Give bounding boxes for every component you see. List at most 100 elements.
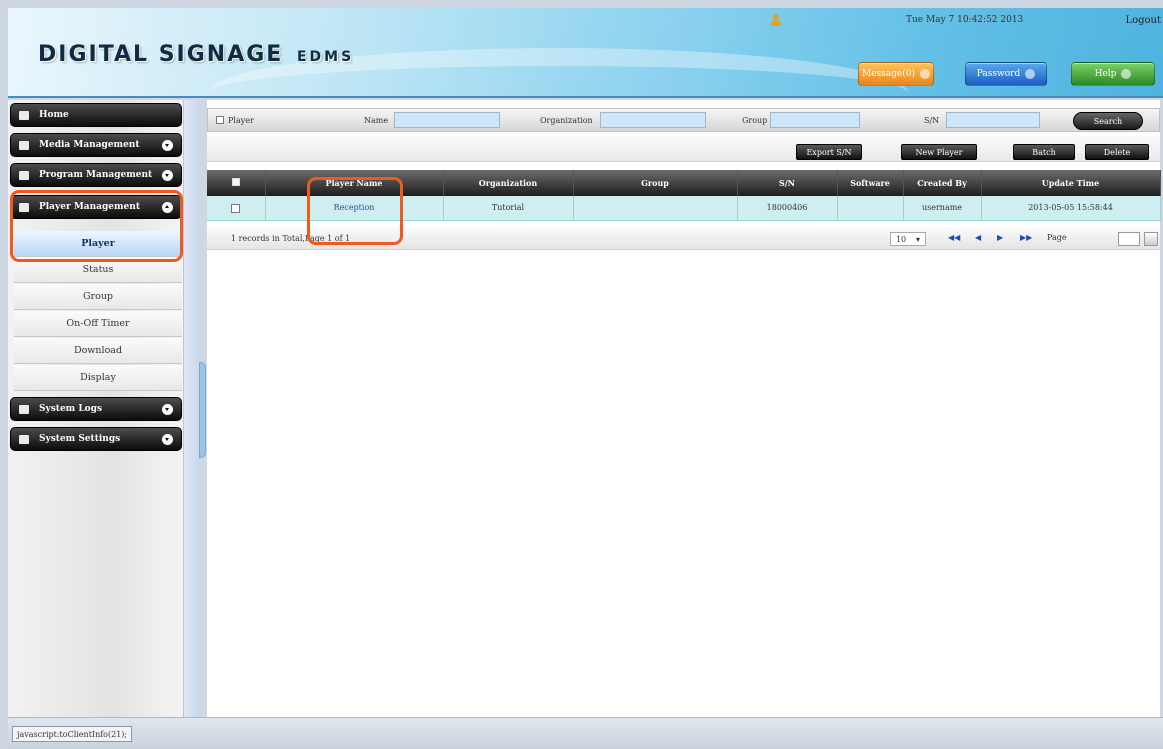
sidebar-subitem-status[interactable]: Status: [14, 257, 182, 283]
select-all-header[interactable]: [207, 170, 266, 196]
sidebar-divider: [183, 100, 200, 717]
sidebar-item-label: System Logs: [39, 404, 103, 414]
sidebar-subitem-on-off-timer[interactable]: On-Off Timer: [14, 311, 182, 337]
sidebar-item-system-settings[interactable]: System Settings: [10, 427, 182, 451]
message-button-label: Message(0): [862, 69, 915, 79]
toolbar: Export S/N New Player Batch Delete: [207, 136, 1160, 162]
column-header-created-by[interactable]: Created By: [903, 170, 982, 196]
column-header-organization[interactable]: Organization: [443, 170, 574, 196]
sidebar-item-label: System Settings: [39, 434, 121, 444]
column-header-update-time[interactable]: Update Time: [981, 170, 1161, 196]
row-checkbox[interactable]: [231, 203, 241, 213]
sidebar-item-player-management[interactable]: Player Management: [10, 195, 182, 219]
group-filter-input[interactable]: [770, 112, 860, 128]
browser-status-bar: javascript:toClientInfo(21);: [8, 717, 1163, 749]
sidebar-item-system-logs[interactable]: System Logs: [10, 397, 182, 421]
first-page-icon[interactable]: ◀◀: [948, 233, 960, 242]
prev-page-icon[interactable]: ◀: [975, 233, 981, 242]
chevron-down-icon: [162, 169, 173, 181]
row-checkbox-cell[interactable]: [207, 196, 266, 221]
page-number-input[interactable]: [1118, 232, 1140, 246]
table-header-row: Player Name Organization Group S/N Softw…: [207, 170, 1161, 196]
update-time-cell: 2013-05-05 15:58:44: [981, 196, 1161, 221]
sn-filter-label: S/N: [924, 115, 940, 125]
created-by-cell: username: [903, 196, 982, 221]
status-bar-text: javascript:toClientInfo(21);: [12, 726, 133, 742]
program-icon: [19, 170, 29, 180]
sidebar-subitem-display[interactable]: Display: [14, 365, 182, 391]
sidebar-item-program[interactable]: Program Management: [10, 163, 182, 187]
logo-sub-text: EDMS: [296, 49, 355, 65]
search-bar: Player Name Organization Group S/N Searc…: [207, 108, 1160, 132]
help-button-label: Help: [1094, 69, 1117, 79]
app-logo: DIGITAL SIGNAGE EDMS: [38, 42, 354, 67]
pagination-summary: 1 records in Total,Page 1 of 1: [231, 234, 351, 243]
password-button[interactable]: Password: [965, 62, 1047, 86]
export-sn-button[interactable]: Export S/N: [796, 144, 862, 160]
chevron-up-icon: [162, 201, 173, 213]
delete-button[interactable]: Delete: [1085, 144, 1149, 160]
sidebar-collapse-handle[interactable]: [199, 362, 206, 458]
user-icon: [770, 14, 782, 26]
message-icon: [919, 69, 930, 79]
name-filter-label: Name: [364, 115, 389, 125]
logo-main-text: DIGITAL SIGNAGE: [38, 42, 284, 67]
logs-icon: [19, 404, 29, 414]
player-filter-label: Player: [228, 115, 254, 125]
sidebar-item-label: Home: [39, 110, 69, 120]
chevron-down-icon: [162, 403, 173, 415]
password-button-label: Password: [976, 69, 1021, 79]
name-filter-input[interactable]: [394, 112, 500, 128]
column-header-software[interactable]: Software: [837, 170, 904, 196]
sidebar-item-home[interactable]: Home: [10, 103, 182, 127]
column-header-player-name[interactable]: Player Name: [265, 170, 444, 196]
main-content: Player Name Organization Group S/N Searc…: [207, 100, 1161, 717]
sidebar: Home Media Management Program Management…: [8, 100, 183, 717]
key-icon: [1025, 69, 1036, 79]
last-page-icon[interactable]: ▶▶: [1020, 233, 1032, 242]
group-filter-label: Group: [742, 115, 768, 125]
table-row[interactable]: Reception Tutorial 18000406 username 201…: [207, 196, 1161, 221]
player-table: Player Name Organization Group S/N Softw…: [207, 170, 1161, 221]
batch-button[interactable]: Batch: [1013, 144, 1075, 160]
organization-filter-label: Organization: [540, 115, 593, 125]
help-button[interactable]: Help: [1071, 62, 1155, 86]
sidebar-subitem-group[interactable]: Group: [14, 284, 182, 310]
player-name-link[interactable]: Reception: [265, 196, 444, 221]
settings-icon: [19, 434, 29, 444]
home-icon: [19, 110, 29, 120]
page-size-select[interactable]: 10 ▾: [890, 232, 926, 246]
group-cell: [573, 196, 738, 221]
sidebar-item-label: Media Management: [39, 140, 140, 150]
sn-filter-input[interactable]: [946, 112, 1040, 128]
chevron-down-icon: ▾: [916, 234, 921, 244]
sidebar-subitem-player[interactable]: Player: [14, 231, 182, 257]
next-page-icon[interactable]: ▶: [997, 233, 1003, 242]
logout-link[interactable]: Logout: [1125, 15, 1161, 26]
page-size-value: 10: [895, 234, 907, 244]
page-label: Page: [1047, 233, 1067, 242]
search-button[interactable]: Search: [1073, 112, 1143, 130]
player-filter-checkbox[interactable]: [216, 116, 224, 124]
current-datetime: Tue May 7 10:42:52 2013: [906, 15, 1024, 25]
column-header-group[interactable]: Group: [573, 170, 738, 196]
select-all-checkbox[interactable]: [231, 178, 240, 186]
sn-cell: 18000406: [737, 196, 838, 221]
sidebar-item-label: Program Management: [39, 170, 153, 180]
sidebar-item-media[interactable]: Media Management: [10, 133, 182, 157]
app-header: DIGITAL SIGNAGE EDMS Tue May 7 10:42:52 …: [8, 8, 1163, 98]
message-button[interactable]: Message(0): [858, 62, 934, 86]
go-page-button[interactable]: [1144, 232, 1158, 246]
new-player-button[interactable]: New Player: [901, 144, 977, 160]
chevron-down-icon: [162, 139, 173, 151]
column-header-sn[interactable]: S/N: [737, 170, 838, 196]
help-icon: [1121, 69, 1132, 79]
chevron-down-icon: [162, 433, 173, 445]
organization-filter-input[interactable]: [600, 112, 706, 128]
organization-cell: Tutorial: [443, 196, 574, 221]
sidebar-item-label: Player Management: [39, 202, 140, 212]
software-cell: [837, 196, 904, 221]
player-icon: [19, 202, 29, 212]
sidebar-subitem-download[interactable]: Download: [14, 338, 182, 364]
media-icon: [19, 140, 29, 150]
